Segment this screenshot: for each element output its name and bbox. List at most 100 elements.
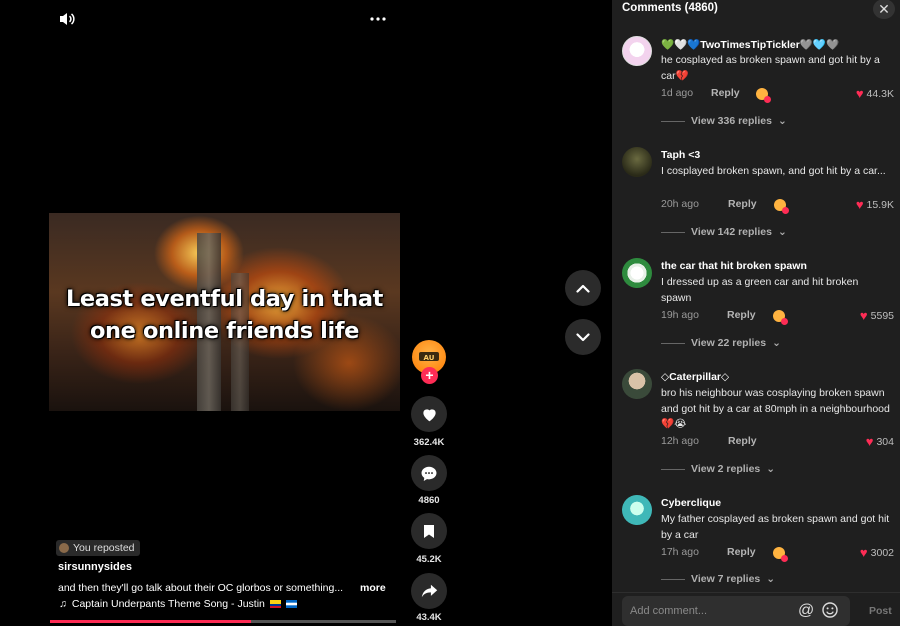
- chevron-up-icon: [576, 284, 590, 293]
- share-count: 43.4K: [416, 612, 442, 623]
- divider: [661, 120, 685, 122]
- caption-line: Least eventful day in that: [65, 286, 384, 312]
- comment-like-count: 44.3K: [866, 87, 894, 100]
- save-button[interactable]: [411, 513, 447, 549]
- comment-time: 20h ago: [661, 198, 699, 210]
- view-replies-button[interactable]: View 142 replies ⌄: [661, 226, 787, 238]
- comment-like-button[interactable]: ♥ 304: [866, 434, 894, 449]
- commenter-avatar[interactable]: [622, 495, 652, 525]
- music-title: Captain Underpants Theme Song - Justin: [71, 598, 265, 610]
- commenter-name[interactable]: Taph <3: [661, 149, 700, 161]
- colombia-flag-icon: [269, 600, 281, 608]
- chevron-down-icon: [576, 332, 590, 341]
- comment-item: Cyberclique My father cosplayed as broke…: [622, 495, 894, 590]
- creator-liked-icon: [773, 547, 788, 562]
- share-icon: [421, 584, 437, 598]
- comment-text: bro his neighbour was cosplaying broken …: [661, 387, 890, 430]
- comment-input[interactable]: [622, 596, 850, 626]
- video-username[interactable]: sirsunnysides: [58, 561, 132, 573]
- commenter-name[interactable]: 💚🤍💙TwoTimesTipTickler🩶🩵🩶: [661, 38, 839, 51]
- creator-liked-icon: [773, 310, 788, 325]
- heart-icon: [422, 408, 436, 421]
- chevron-down-icon: ⌄: [772, 337, 781, 349]
- volume-icon[interactable]: [55, 7, 79, 31]
- like-count: 362.4K: [413, 437, 445, 448]
- save-count: 45.2K: [416, 554, 442, 565]
- svg-text:AU: AU: [424, 354, 435, 362]
- comment-like-button[interactable]: ♥ 5595: [860, 308, 894, 323]
- more-options-icon[interactable]: [366, 7, 390, 31]
- chevron-down-icon: ⌄: [777, 115, 787, 127]
- comment-input-bar: @ Post: [612, 592, 900, 626]
- mention-icon[interactable]: @: [798, 602, 814, 620]
- view-replies-button[interactable]: View 7 replies ⌄: [661, 574, 775, 584]
- follow-button[interactable]: +: [421, 367, 438, 384]
- comment-count: 4860: [418, 495, 440, 506]
- reply-button[interactable]: Reply: [711, 87, 740, 99]
- commenter-avatar[interactable]: [622, 147, 652, 177]
- comment-time: 19h ago: [661, 309, 699, 321]
- commenter-name[interactable]: the car that hit broken spawn: [661, 260, 807, 272]
- comment-like-button[interactable]: ♥ 15.9K: [856, 197, 894, 212]
- video-frame[interactable]: Least eventful day in that one online fr…: [49, 213, 400, 411]
- view-replies-button[interactable]: View 22 replies ⌄: [661, 337, 781, 349]
- creator-liked-icon: [756, 88, 771, 103]
- reply-button[interactable]: Reply: [728, 198, 757, 210]
- previous-video-button[interactable]: [565, 270, 601, 306]
- close-comments-button[interactable]: ✕: [873, 0, 895, 19]
- reply-button[interactable]: Reply: [727, 546, 756, 558]
- comment-item: ◇Caterpillar◇ bro his neighbour was cosp…: [622, 369, 894, 487]
- comment-icon: [421, 466, 437, 481]
- reply-button[interactable]: Reply: [728, 435, 757, 447]
- comment-like-count: 304: [876, 435, 894, 448]
- video-progress-fill: [50, 620, 251, 623]
- comment-like-count: 15.9K: [866, 198, 894, 211]
- divider: [661, 468, 685, 470]
- comment-text: I dressed up as a green car and hit brok…: [661, 276, 859, 304]
- divider: [661, 342, 685, 344]
- share-button[interactable]: [411, 573, 447, 609]
- emoji-icon[interactable]: [822, 602, 838, 618]
- reply-button[interactable]: Reply: [727, 309, 756, 321]
- comment-like-button[interactable]: ♥ 3002: [860, 545, 894, 560]
- commenter-avatar[interactable]: [622, 369, 652, 399]
- comments-panel: Comments (4860) ✕ 💚🤍💙TwoTimesTipTickler🩶…: [612, 0, 900, 626]
- music-info[interactable]: ♫ Captain Underpants Theme Song - Justin: [59, 598, 297, 610]
- view-replies-button[interactable]: View 336 replies ⌄: [661, 115, 787, 127]
- repost-label: You reposted: [73, 542, 135, 554]
- divider: [661, 578, 685, 580]
- close-icon: ✕: [878, 0, 890, 17]
- comment-like-count: 3002: [870, 546, 894, 559]
- comment-time: 12h ago: [661, 435, 699, 447]
- comment-item: Taph <3 I cosplayed broken spawn, and go…: [622, 147, 894, 257]
- heart-icon: ♥: [859, 308, 868, 323]
- next-video-button[interactable]: [565, 319, 601, 355]
- commenter-name[interactable]: Cyberclique: [661, 497, 721, 509]
- view-replies-label: View 142 replies: [691, 226, 772, 238]
- view-replies-label: View 336 replies: [691, 115, 772, 127]
- like-button[interactable]: [411, 396, 447, 432]
- comment-like-button[interactable]: ♥ 44.3K: [856, 86, 894, 101]
- bookmark-icon: [424, 524, 434, 538]
- creator-liked-icon: [774, 199, 789, 214]
- chevron-down-icon: ⌄: [777, 226, 787, 238]
- commenter-name[interactable]: ◇Caterpillar◇: [661, 371, 729, 383]
- comment-text: My father cosplayed as broken spawn and …: [661, 513, 890, 541]
- comment-button[interactable]: [411, 455, 447, 491]
- post-button[interactable]: Post: [869, 605, 892, 617]
- video-progress-bar[interactable]: [50, 620, 396, 623]
- comment-like-count: 5595: [870, 309, 894, 322]
- heart-icon: ♥: [855, 86, 864, 101]
- heart-icon: ♥: [859, 545, 868, 560]
- view-replies-label: View 22 replies: [691, 337, 767, 349]
- comment-item: 💚🤍💙TwoTimesTipTickler🩶🩵🩶 he cosplayed as…: [622, 36, 894, 146]
- more-link[interactable]: more: [360, 582, 386, 594]
- chevron-down-icon: ⌄: [766, 463, 776, 475]
- commenter-avatar[interactable]: [622, 36, 652, 66]
- comment-item: the car that hit broken spawn I dressed …: [622, 258, 894, 368]
- nicaragua-flag-icon: [285, 600, 297, 608]
- commenter-avatar[interactable]: [622, 258, 652, 288]
- video-description: and then they'll go talk about their OC …: [58, 582, 344, 594]
- view-replies-button[interactable]: View 2 replies ⌄: [661, 463, 775, 475]
- divider: [661, 231, 685, 233]
